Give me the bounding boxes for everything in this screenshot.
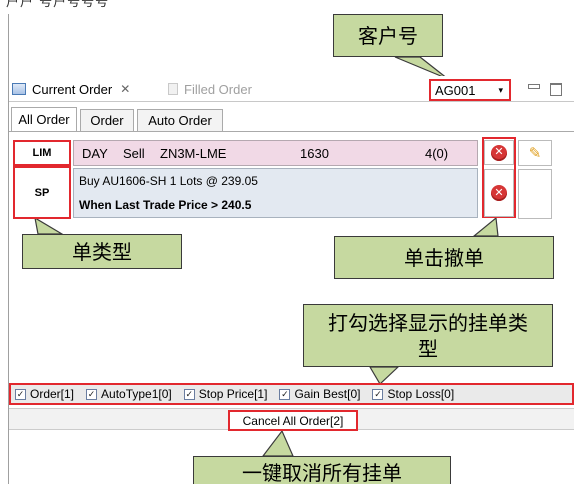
tab-all-order[interactable]: All Order [11,107,77,131]
arrow-order-type [34,216,65,235]
arrow-check-select [368,366,400,385]
filter-label: Stop Price[1] [198,387,268,401]
order-validity: DAY [82,146,108,161]
tab-auto-order[interactable]: Auto Order [137,109,223,131]
tab-current-order-label: Current Order [32,81,113,97]
callout-order-type: 单类型 [22,234,182,269]
tab-filled-order[interactable]: Filled Order [168,78,278,100]
filter-label: Stop Loss[0] [387,387,455,401]
account-value: AG001 [435,82,476,98]
edit-order-button[interactable]: ✎ [518,140,552,166]
order-type-lim: LIM [13,140,71,166]
order-row[interactable]: Buy AU1606-SH 1 Lots @ 239.05 When Last … [73,168,478,218]
order-description: Buy AU1606-SH 1 Lots @ 239.05 [79,174,258,188]
cancel-all-button[interactable]: Cancel All Order[2] [228,410,358,431]
tab-all-order-label: All Order [18,112,70,127]
tab-order[interactable]: Order [80,109,134,131]
callout-cancel-all: 一键取消所有挂单 [193,456,451,484]
callout-check-select-text: 打勾选择显示的挂单类型 [328,310,528,361]
order-type-label: LIM [32,147,52,159]
callout-cancel-all-text: 一键取消所有挂单 [242,461,402,484]
arrow-cancel-all [261,429,294,457]
document-icon [168,83,178,95]
tab-filled-order-label: Filled Order [184,81,252,97]
tab-order-label: Order [90,113,124,128]
order-side: Sell [123,146,145,161]
order-type-sp: SP [13,166,71,219]
filter-gain-best[interactable]: ✓ Gain Best[0] [279,387,360,401]
cancel-all-label: Cancel All Order[2] [242,413,344,428]
checkbox-icon[interactable]: ✓ [183,388,195,400]
checkbox-icon[interactable]: ✓ [15,388,26,400]
callout-order-type-text: 单类型 [72,239,132,264]
tab-current-order[interactable]: Current Order ✕ [12,78,162,100]
chevron-down-icon: ▾ [498,84,503,95]
filter-label: AutoType1[0] [101,387,172,401]
filter-stop-price[interactable]: ✓ Stop Price[1] [183,387,268,401]
filter-label: Gain Best[0] [294,387,361,401]
table-icon [12,83,26,95]
callout-click-cancel: 单击撤单 [334,236,554,279]
pencil-icon: ✎ [528,145,542,162]
order-price: 1630 [300,146,329,161]
maximize-button[interactable] [548,80,562,96]
minimize-button[interactable] [527,80,541,94]
inner-tabs-divider [9,131,574,132]
filter-order[interactable]: ✓ Order[1] [15,387,74,401]
order-row[interactable]: DAY Sell ZN3M-LME 1630 4(0) [73,140,478,166]
order-qty: 4(0) [425,146,449,161]
callout-check-select: 打勾选择显示的挂单类型 [303,304,553,367]
filter-stop-loss[interactable]: ✓ Stop Loss[0] [372,387,454,401]
account-select[interactable]: AG001 ▾ [429,79,511,101]
checkbox-icon[interactable]: ✓ [279,388,291,400]
cancel-order-button[interactable]: ✕ [484,140,514,165]
filter-label: Order[1] [30,387,75,401]
checkbox-icon[interactable]: ✓ [372,388,384,400]
arrow-click-cancel [472,216,499,237]
order-type-filter-bar: ✓ Order[1] ✓ AutoType1[0] ✓ Stop Price[1] ✓… [9,383,574,405]
order-contract: ZN3M-LME [160,146,227,161]
close-icon[interactable]: ✕ [120,82,130,96]
cancel-icon: ✕ [491,185,507,201]
cancel-icon: ✕ [491,144,507,161]
edit-order-cell-empty [518,169,552,219]
checkbox-icon[interactable]: ✓ [86,388,98,400]
order-type-label: SP [34,186,50,199]
order-condition: When Last Trade Price > 240.5 [79,198,252,212]
tab-auto-order-label: Auto Order [148,113,212,128]
callout-click-cancel-text: 单击撤单 [404,245,484,270]
filter-autotype1[interactable]: ✓ AutoType1[0] [86,387,172,401]
cancel-order-button[interactable]: ✕ [484,169,514,217]
